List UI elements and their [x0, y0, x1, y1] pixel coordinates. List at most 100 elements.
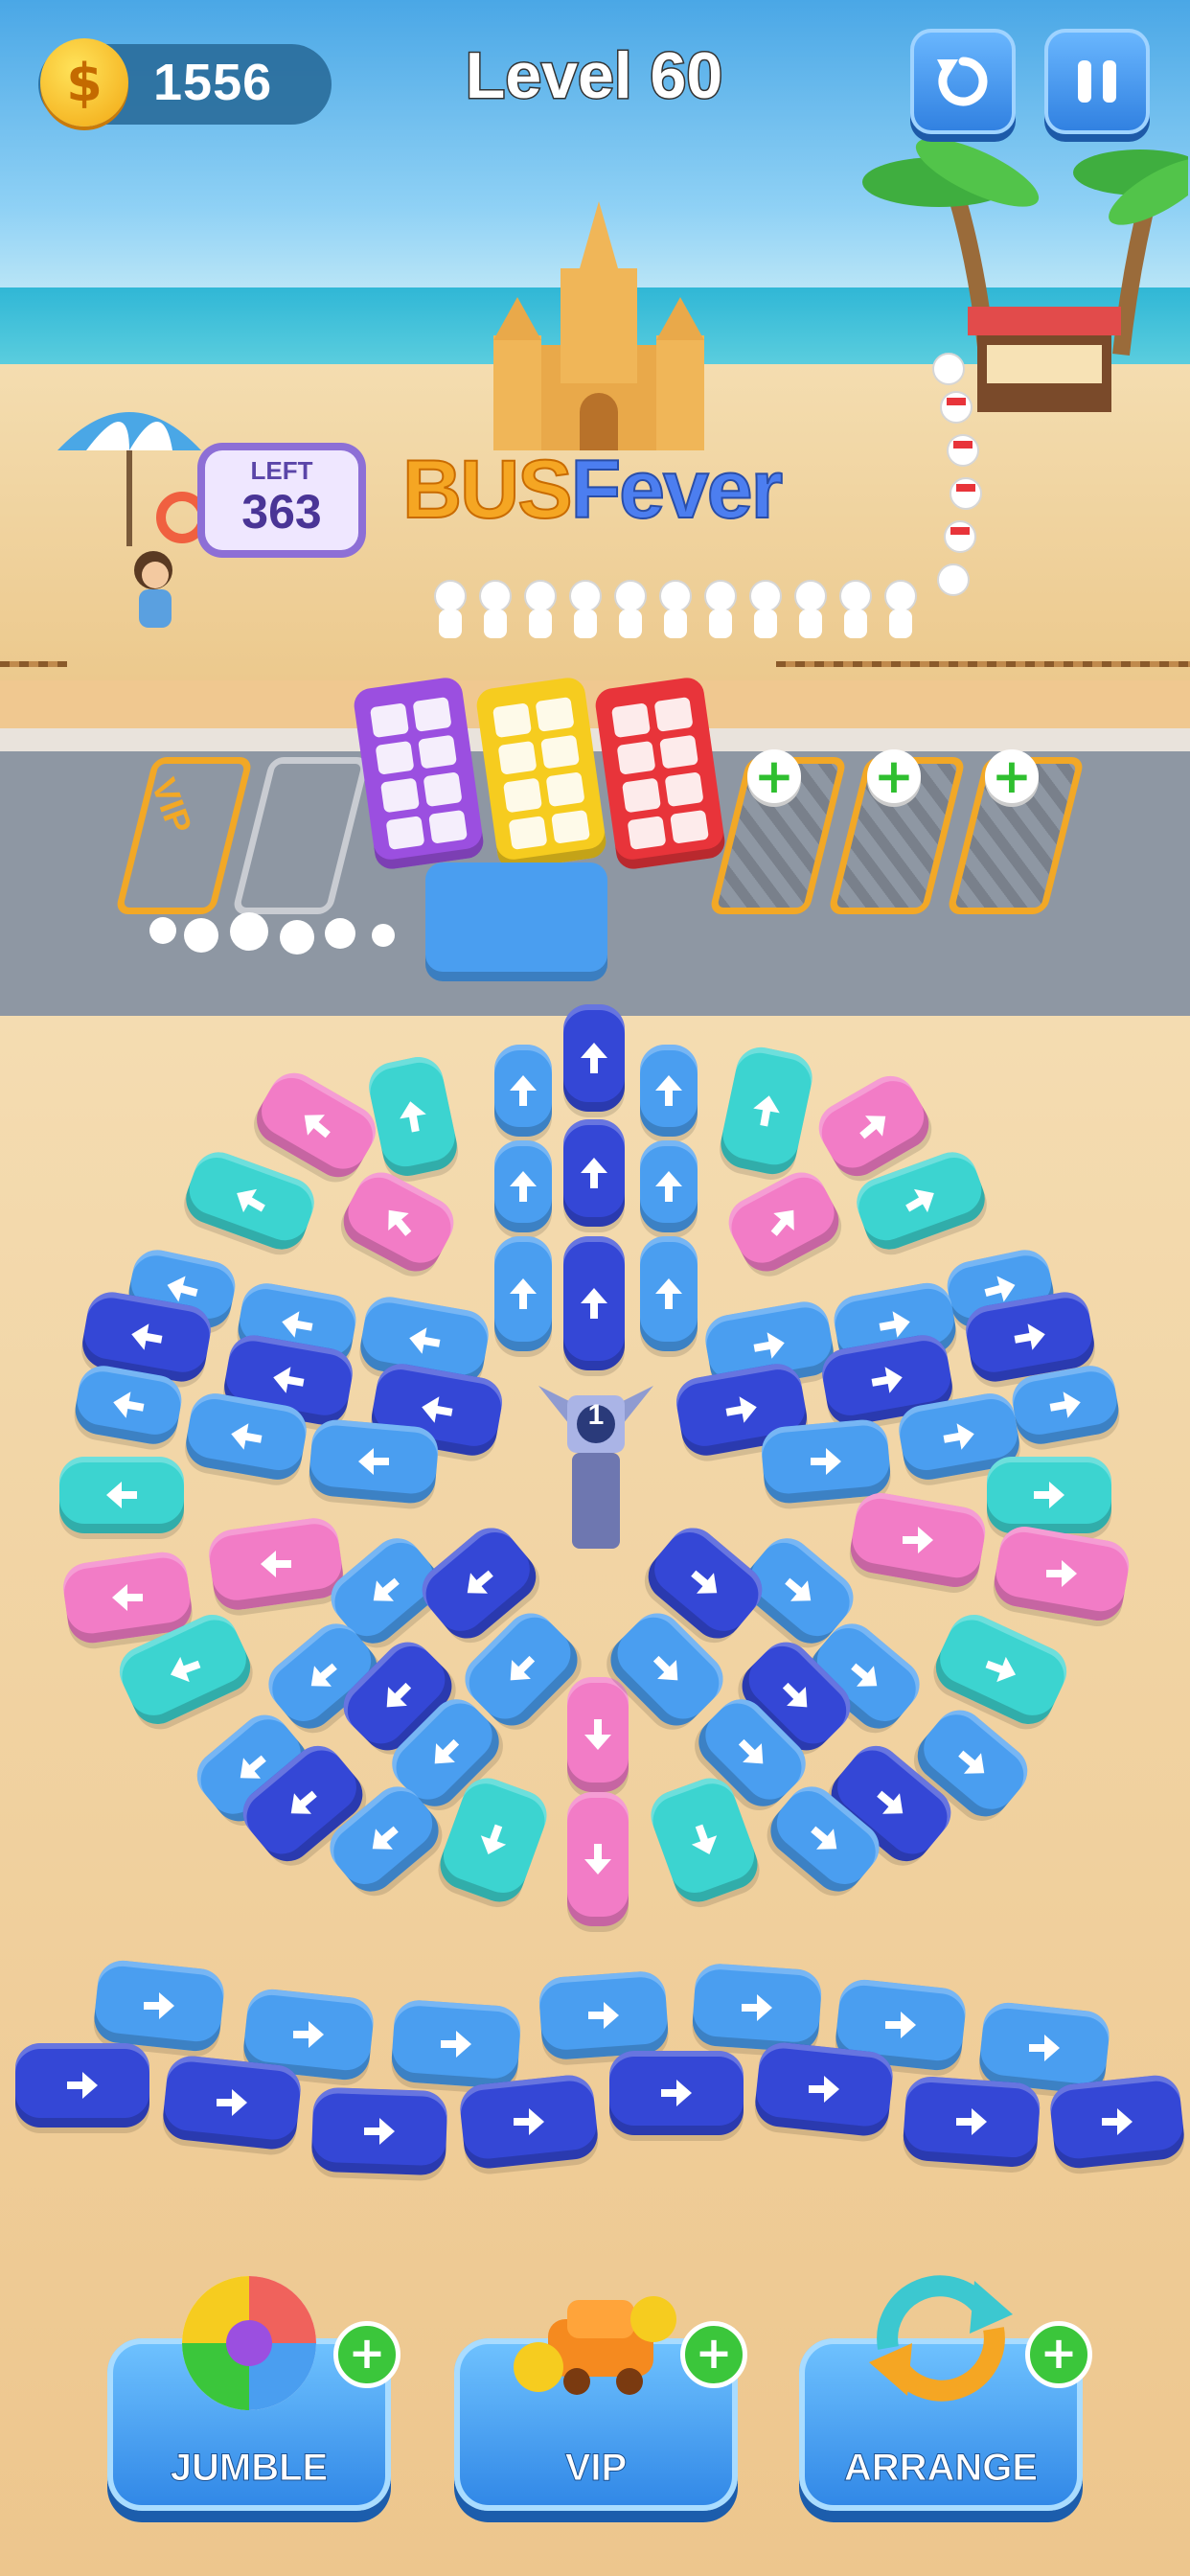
- vehicle-blue[interactable]: [759, 1417, 893, 1506]
- vehicle-dark-blue[interactable]: [457, 2072, 601, 2172]
- direction-arrow-icon: [231, 1423, 263, 1450]
- direction-arrow-icon: [434, 1738, 460, 1764]
- direction-arrow-icon: [131, 1323, 163, 1350]
- arrange-plus-icon[interactable]: +: [1025, 2321, 1092, 2388]
- vehicle-dark-blue[interactable]: [609, 2051, 744, 2135]
- direction-arrow-icon: [809, 2076, 839, 2103]
- character-icon: [134, 551, 172, 628]
- direction-arrow-icon: [510, 1278, 537, 1309]
- vehicle-pink[interactable]: [567, 1792, 629, 1926]
- direction-arrow-icon: [372, 1826, 399, 1850]
- direction-arrow-icon: [1034, 1482, 1064, 1508]
- vehicle-blue[interactable]: [538, 1969, 670, 2061]
- direction-arrow-icon: [943, 1423, 974, 1450]
- vehicle-dark-blue[interactable]: [902, 2075, 1041, 2169]
- direction-arrow-icon: [985, 1656, 1017, 1683]
- vehicle-dark-blue[interactable]: [563, 1236, 625, 1370]
- direction-arrow-icon: [770, 1209, 794, 1236]
- direction-arrow-icon: [782, 1682, 808, 1708]
- direction-arrow-icon: [742, 1994, 772, 2021]
- vehicle-cyan[interactable]: [987, 1457, 1111, 1533]
- vehicle-dark-blue[interactable]: [1047, 2073, 1187, 2171]
- vehicle-blue[interactable]: [494, 1236, 552, 1351]
- direction-arrow-icon: [310, 1663, 337, 1687]
- direction-arrow-icon: [871, 1367, 903, 1393]
- direction-arrow-icon: [661, 2080, 692, 2106]
- vehicle-dark-blue[interactable]: [752, 2039, 896, 2139]
- vehicle-blue[interactable]: [640, 1140, 698, 1232]
- jumble-plus-icon[interactable]: +: [333, 2321, 400, 2388]
- vehicle-dark-blue[interactable]: [15, 2043, 149, 2128]
- direction-arrow-icon: [652, 1655, 678, 1681]
- vehicle-dark-blue[interactable]: [563, 1004, 625, 1112]
- vehicle-blue[interactable]: [494, 1140, 552, 1232]
- direction-arrow-icon: [877, 1790, 904, 1814]
- direction-arrow-icon: [655, 1075, 682, 1106]
- direction-arrow-icon: [581, 1043, 607, 1073]
- passengers-left-count: 363: [241, 485, 322, 539]
- vip-booster-button[interactable]: + VIP: [454, 2296, 747, 2511]
- game-logo: BUSFever: [401, 443, 784, 538]
- vehicle-dark-blue[interactable]: [160, 2053, 304, 2152]
- vehicle-blue[interactable]: [91, 1958, 227, 2054]
- direction-arrow-icon: [1029, 2035, 1060, 2061]
- arrange-booster-button[interactable]: + ARRANGE: [799, 2275, 1092, 2511]
- pause-button[interactable]: [1044, 29, 1150, 134]
- direction-arrow-icon: [584, 1719, 611, 1750]
- unlock-slot-plus-icon[interactable]: +: [747, 749, 801, 803]
- passengers-left-sign: LEFT 363: [205, 450, 358, 550]
- direction-arrow-icon: [1049, 1392, 1081, 1418]
- direction-arrow-icon: [811, 1448, 841, 1475]
- direction-arrow-icon: [584, 1844, 611, 1874]
- vehicle-blue[interactable]: [640, 1045, 698, 1137]
- direction-arrow-icon: [655, 1171, 682, 1202]
- vehicle-cyan[interactable]: [59, 1457, 184, 1533]
- jumble-label: JUMBLE: [170, 2447, 329, 2490]
- vehicle-blue[interactable]: [390, 1998, 522, 2090]
- direction-arrow-icon: [106, 1482, 137, 1508]
- direction-arrow-icon: [67, 2072, 98, 2099]
- vip-plus-icon[interactable]: +: [680, 2321, 747, 2388]
- passengers-left-label: LEFT: [250, 456, 313, 485]
- pause-icon: [1078, 60, 1116, 103]
- direction-arrow-icon: [144, 1992, 174, 2019]
- rope-right: [776, 661, 1190, 667]
- direction-arrow-icon: [364, 2118, 395, 2145]
- direction-arrow-icon: [261, 1551, 291, 1577]
- level-title: Level 60: [464, 38, 723, 114]
- smoke-trail: [149, 912, 395, 954]
- direction-arrow-icon: [581, 1158, 607, 1188]
- unlock-slot-plus-icon[interactable]: +: [985, 749, 1039, 803]
- direction-arrow-icon: [386, 1682, 412, 1708]
- vehicle-blue[interactable]: [307, 1417, 441, 1506]
- logo-part-fever: Fever: [570, 443, 784, 537]
- direction-arrow-icon: [112, 1584, 143, 1611]
- direction-arrow-icon: [237, 1188, 265, 1213]
- direction-arrow-icon: [170, 1656, 201, 1683]
- direction-arrow-icon: [588, 2002, 619, 2029]
- unlock-slot-plus-icon[interactable]: +: [867, 749, 921, 803]
- jumble-booster-button[interactable]: + JUMBLE: [107, 2276, 400, 2511]
- direction-arrow-icon: [293, 2021, 324, 2048]
- logo-part-bus: BUS: [401, 443, 574, 537]
- direction-arrow-icon: [217, 2089, 247, 2116]
- direction-arrow-icon: [753, 1332, 785, 1359]
- direction-arrow-icon: [905, 1188, 934, 1213]
- rope-left: [0, 661, 67, 667]
- direction-arrow-icon: [581, 1288, 607, 1319]
- direction-arrow-icon: [510, 1655, 536, 1681]
- direction-arrow-icon: [273, 1367, 305, 1393]
- vehicle-dark-blue[interactable]: [310, 2086, 448, 2176]
- direction-arrow-icon: [304, 1115, 331, 1138]
- vehicle-blue[interactable]: [691, 1962, 823, 2054]
- direction-arrow-icon: [753, 1095, 780, 1127]
- coin-icon: $: [40, 38, 128, 126]
- vehicle-blue[interactable]: [640, 1236, 698, 1351]
- direction-arrow-icon: [388, 1209, 412, 1236]
- vehicle-pink[interactable]: [567, 1677, 629, 1792]
- direction-arrow-icon: [467, 1570, 493, 1594]
- vehicle-blue[interactable]: [494, 1045, 552, 1137]
- vehicle-dark-blue[interactable]: [563, 1119, 625, 1227]
- restart-button[interactable]: [910, 29, 1016, 134]
- moving-bus-blue: [425, 862, 607, 981]
